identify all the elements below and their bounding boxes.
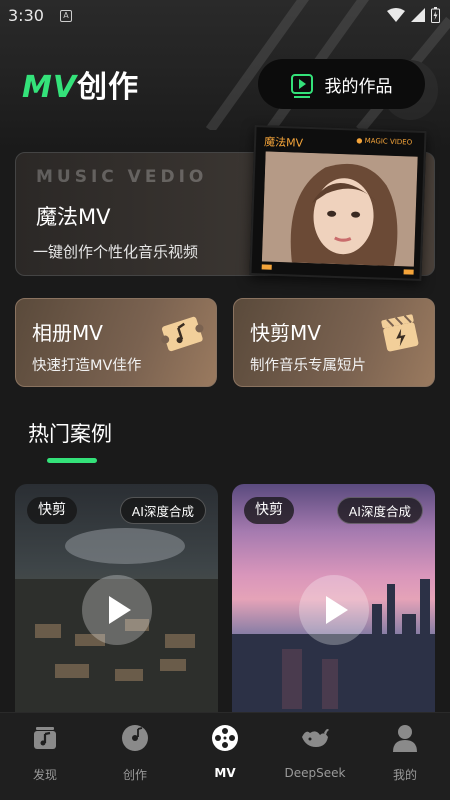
case-1-tag: 快剪 bbox=[27, 497, 77, 524]
my-works-label: 我的作品 bbox=[324, 76, 393, 97]
frame-title: 魔法MV bbox=[263, 135, 304, 150]
album-mv-subtitle: 快速打造MV佳作 bbox=[32, 358, 142, 374]
album-mv-title: 相册MV bbox=[32, 321, 103, 345]
tab-deepseek-label: DeepSeek bbox=[284, 766, 346, 780]
magic-mv-preview-frame[interactable]: 魔法MV ● MAGIC VIDEO bbox=[249, 125, 427, 281]
video-play-icon bbox=[290, 74, 313, 98]
my-works-button[interactable]: 我的作品 bbox=[258, 59, 425, 109]
tab-profile-label: 我的 bbox=[392, 768, 417, 782]
whale-icon bbox=[302, 729, 329, 747]
tab-create[interactable]: 创作 bbox=[90, 723, 180, 783]
discover-icon bbox=[34, 727, 56, 749]
heading-underline bbox=[47, 458, 97, 463]
case-card-1[interactable]: 快剪 AI深度合成 bbox=[15, 484, 218, 724]
frame-tag: ● MAGIC VIDEO bbox=[356, 136, 413, 147]
tab-deepseek[interactable]: DeepSeek bbox=[270, 723, 360, 780]
tab-mv-label: MV bbox=[214, 766, 236, 780]
disc-icon bbox=[122, 725, 148, 751]
clapperboard-bolt-icon bbox=[381, 314, 419, 352]
magic-mv-title: 魔法MV bbox=[36, 205, 111, 229]
notification-icon: A bbox=[60, 10, 72, 22]
case-2-ai-badge: AI深度合成 bbox=[336, 497, 423, 524]
music-ticket-icon bbox=[161, 316, 204, 352]
album-mv-card[interactable]: 相册MV 快速打造MV佳作 bbox=[15, 298, 217, 387]
quick-cut-mv-subtitle: 制作音乐专属短片 bbox=[250, 358, 366, 374]
status-bar: 3:30 A bbox=[0, 0, 450, 32]
tab-mv[interactable]: MV bbox=[180, 723, 270, 780]
play-icon[interactable] bbox=[82, 575, 152, 645]
signal-icon bbox=[411, 8, 425, 22]
quick-cut-mv-card[interactable]: 快剪MV 制作音乐专属短片 bbox=[233, 298, 435, 387]
logo-mv-text: MV bbox=[22, 70, 78, 105]
portrait-image bbox=[261, 151, 418, 267]
app-logo: MV创作 bbox=[22, 62, 139, 106]
case-1-ai-badge: AI深度合成 bbox=[119, 497, 206, 524]
film-reel-icon bbox=[212, 725, 238, 751]
case-card-2[interactable]: 快剪 AI深度合成 bbox=[232, 484, 435, 724]
hot-cases-heading: 热门案例 bbox=[28, 422, 112, 446]
status-time: 3:30 bbox=[8, 6, 44, 25]
tab-discover[interactable]: 发现 bbox=[0, 723, 90, 783]
tab-discover-label: 发现 bbox=[32, 768, 57, 782]
case-2-tag: 快剪 bbox=[244, 497, 294, 524]
battery-icon bbox=[431, 7, 440, 23]
logo-cz-text: 创作 bbox=[77, 70, 140, 105]
play-icon[interactable] bbox=[299, 575, 369, 645]
wifi-icon bbox=[387, 8, 405, 22]
tab-create-label: 创作 bbox=[122, 768, 147, 782]
music-video-watermark: MUSIC VEDIO bbox=[36, 167, 208, 187]
person-icon bbox=[393, 725, 417, 752]
bottom-tab-bar: 发现 创作 MV DeepSeek 我的 bbox=[0, 712, 450, 800]
quick-cut-mv-title: 快剪MV bbox=[250, 321, 321, 345]
magic-mv-subtitle: 一键创作个性化音乐视频 bbox=[33, 243, 199, 261]
tab-profile[interactable]: 我的 bbox=[360, 723, 450, 783]
